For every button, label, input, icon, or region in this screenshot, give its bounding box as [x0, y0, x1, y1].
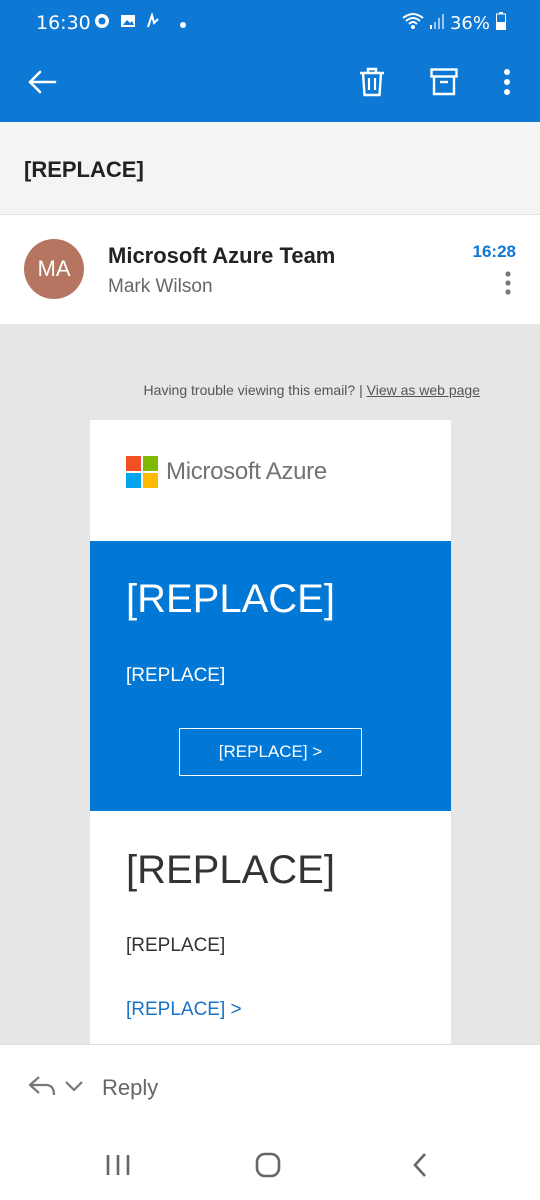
battery-percent: 36%	[449, 13, 490, 34]
wifi-icon	[402, 12, 424, 35]
azure-logo: Microsoft Azure	[126, 456, 327, 488]
email-card: Microsoft Azure [REPLACE] [REPLACE] [REP…	[90, 420, 451, 1044]
delete-button[interactable]	[352, 64, 392, 104]
back-nav-button[interactable]	[400, 1148, 440, 1182]
chevron-down-icon[interactable]	[64, 1079, 84, 1097]
trouble-text: Having trouble viewing this email? |	[143, 382, 363, 398]
status-bar: 16:30 36%	[0, 0, 540, 46]
recipient-name: Mark Wilson	[108, 276, 213, 297]
subject-bar: [REPLACE]	[0, 122, 540, 215]
dot-icon	[180, 15, 186, 33]
chat-bubble-icon	[94, 13, 110, 34]
home-icon	[255, 1152, 281, 1178]
archive-button[interactable]	[424, 64, 464, 104]
hero-banner: [REPLACE] [REPLACE] [REPLACE] >	[90, 541, 451, 811]
section-link[interactable]: [REPLACE] >	[126, 999, 242, 1021]
trash-icon	[359, 67, 385, 102]
message-time: 16:28	[472, 242, 516, 261]
activity-icon	[146, 11, 160, 34]
section-title: [REPLACE]	[126, 848, 335, 892]
reply-button[interactable]: Reply	[102, 1075, 158, 1101]
notification-icons	[94, 11, 186, 34]
avatar[interactable]: MA	[24, 239, 84, 299]
back-icon	[413, 1153, 426, 1177]
message-subject: [REPLACE]	[24, 157, 144, 182]
battery-icon	[496, 12, 506, 35]
app-bar	[0, 46, 540, 122]
hero-cta-button[interactable]: [REPLACE] >	[179, 728, 362, 776]
message-more-button[interactable]	[504, 270, 518, 298]
back-button[interactable]	[22, 64, 62, 104]
more-vertical-icon	[503, 68, 511, 101]
system-nav-bar	[0, 1130, 540, 1200]
reply-bar: Reply	[0, 1044, 540, 1130]
more-vertical-icon	[505, 271, 511, 295]
home-button[interactable]	[248, 1148, 288, 1182]
trouble-viewing-line: Having trouble viewing this email? | Vie…	[144, 382, 480, 398]
sender-row[interactable]: MA Microsoft Azure Team Mark Wilson 16:2…	[0, 216, 540, 324]
hero-title: [REPLACE]	[126, 577, 335, 621]
hero-text: [REPLACE]	[126, 665, 226, 686]
sender-name: Microsoft Azure Team	[108, 243, 336, 268]
view-web-link[interactable]: View as web page	[367, 382, 480, 398]
logo-text: Microsoft Azure	[166, 458, 327, 485]
email-body: Having trouble viewing this email? | Vie…	[0, 324, 540, 1044]
microsoft-logo-icon	[126, 456, 158, 488]
status-time: 16:30	[36, 12, 91, 34]
section-text: [REPLACE]	[126, 935, 226, 956]
recents-icon	[106, 1155, 130, 1175]
signal-icon	[429, 13, 444, 34]
image-icon	[120, 13, 136, 34]
recents-button[interactable]	[98, 1148, 138, 1182]
back-arrow-icon	[27, 70, 57, 99]
status-right: 36%	[402, 12, 506, 35]
more-options-button[interactable]	[487, 64, 527, 104]
reply-arrow-icon[interactable]	[28, 1075, 56, 1102]
archive-icon	[430, 67, 458, 101]
